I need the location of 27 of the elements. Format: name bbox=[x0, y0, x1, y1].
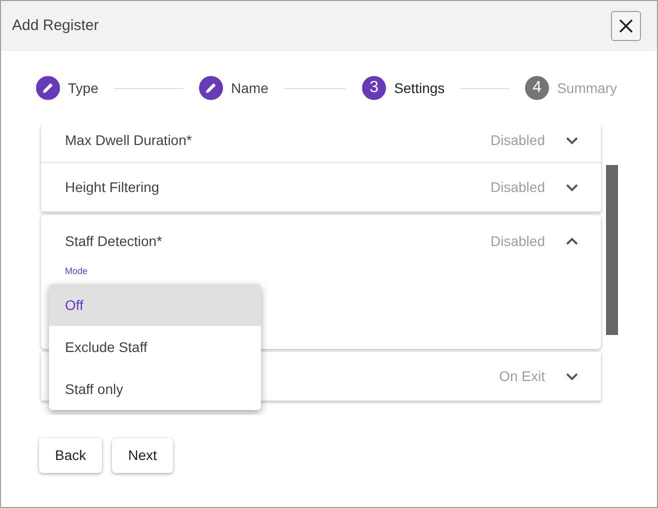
chevron-down-icon[interactable] bbox=[565, 182, 579, 192]
panel-title[interactable]: Height Filtering bbox=[65, 176, 160, 198]
chevron-down-icon[interactable] bbox=[565, 372, 579, 380]
step-number: 4 bbox=[525, 76, 550, 100]
menu-item[interactable]: Exclude Staff bbox=[49, 326, 261, 368]
panel-value: Disabled bbox=[490, 232, 545, 250]
panel-value: Disabled bbox=[490, 130, 545, 150]
menu-item[interactable]: Off bbox=[49, 284, 261, 326]
scrollbar-thumb[interactable] bbox=[606, 165, 618, 335]
panel-value: Disabled bbox=[490, 178, 545, 196]
nav-button[interactable]: Back bbox=[39, 438, 102, 473]
menu-item[interactable]: Staff only bbox=[49, 368, 261, 410]
panel-value: On Exit bbox=[499, 366, 545, 386]
step-label: Name bbox=[231, 78, 268, 98]
step-label: Settings bbox=[394, 78, 445, 98]
close-button[interactable] bbox=[611, 11, 641, 41]
nav-button[interactable]: Next bbox=[112, 438, 173, 473]
step-label: Summary bbox=[557, 78, 617, 98]
chevron-up-icon[interactable] bbox=[565, 236, 579, 246]
window-title: Add Register bbox=[12, 16, 99, 36]
field-label: Mode bbox=[65, 267, 88, 276]
panel-title[interactable]: Staff Detection* bbox=[65, 230, 162, 252]
panel-title[interactable]: Max Dwell Duration* bbox=[65, 130, 192, 150]
step-label: Type bbox=[68, 78, 98, 98]
chevron-down-icon[interactable] bbox=[565, 136, 579, 144]
step-number: 3 bbox=[362, 76, 386, 100]
close-icon bbox=[618, 18, 634, 34]
